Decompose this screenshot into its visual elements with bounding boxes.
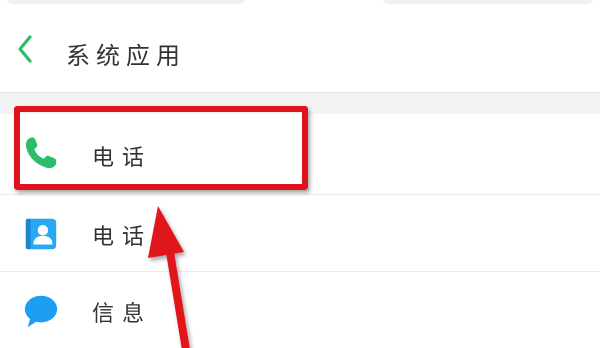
page-header: 系统应用 — [0, 6, 600, 92]
message-bubble-icon — [24, 295, 58, 328]
page-title: 系统应用 — [66, 42, 186, 70]
annotation-arrow-icon — [148, 206, 190, 348]
list-item-contacts[interactable]: 电话 — [0, 195, 600, 271]
highlight-annotation-box — [14, 106, 308, 190]
back-button[interactable] — [10, 32, 40, 66]
list-item-messages[interactable]: 信息 — [0, 272, 600, 348]
chevron-left-icon — [18, 35, 32, 63]
search-pill[interactable] — [382, 0, 594, 4]
search-pill[interactable] — [6, 0, 246, 4]
contacts-icon — [25, 218, 57, 250]
